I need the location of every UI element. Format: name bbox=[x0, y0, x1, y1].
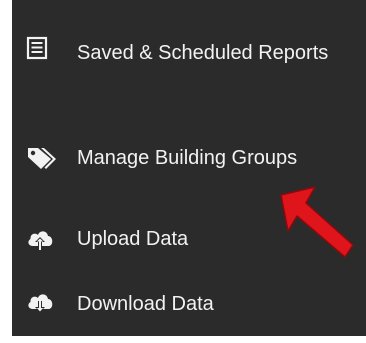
menu-item-label: Saved & Scheduled Reports bbox=[77, 42, 329, 64]
menu-item-label: Download Data bbox=[77, 293, 214, 315]
cloud-upload-icon bbox=[28, 231, 53, 250]
sidebar-menu: Saved & Scheduled Reports Manage Buildin… bbox=[0, 0, 366, 343]
menu-item-label: Upload Data bbox=[77, 228, 189, 250]
annotation-arrow-icon bbox=[280, 186, 354, 258]
menu-item-upload-data[interactable]: Upload Data bbox=[26, 223, 266, 255]
menu-item-download-data[interactable]: Download Data bbox=[26, 288, 286, 320]
menu-item-label: Manage Building Groups bbox=[77, 147, 298, 169]
menu-item-manage-building-groups[interactable]: Manage Building Groups bbox=[26, 142, 366, 174]
report-list-icon bbox=[26, 36, 48, 60]
menu-item-saved-scheduled-reports[interactable]: Saved & Scheduled Reports bbox=[26, 28, 328, 108]
image-margin-bottom bbox=[0, 336, 366, 343]
cloud-download-icon bbox=[28, 294, 53, 312]
tags-icon bbox=[28, 148, 56, 169]
image-margin-left bbox=[0, 0, 12, 343]
